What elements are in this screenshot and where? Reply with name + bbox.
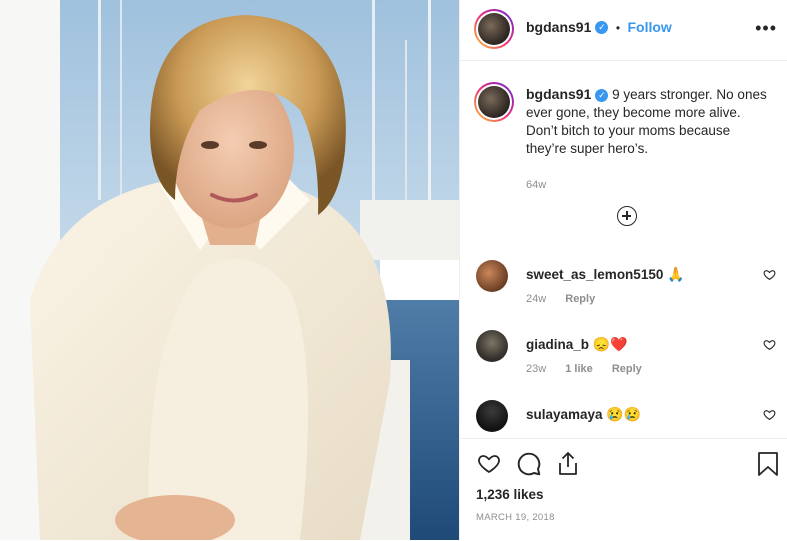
commenter-username[interactable]: sweet_as_lemon5150 <box>526 267 663 282</box>
share-icon[interactable] <box>556 451 580 477</box>
post-image[interactable] <box>0 0 459 540</box>
likes-count[interactable]: 1,236 likes <box>476 487 544 502</box>
commenter-avatar[interactable] <box>476 400 508 432</box>
heart-icon[interactable] <box>476 451 502 475</box>
comment-line: giadina_b 😞❤️ <box>526 336 628 353</box>
comment-likes[interactable]: 1 like <box>565 363 593 375</box>
comment-age[interactable]: 23w <box>526 363 546 375</box>
comment-text: 😞❤️ <box>592 336 628 352</box>
commenter-username[interactable]: sulayamaya <box>526 407 603 422</box>
reply-button[interactable]: Reply <box>612 363 642 375</box>
caption-username[interactable]: bgdans91 <box>526 86 591 102</box>
comment-meta: 24w Reply <box>526 293 595 305</box>
caption-avatar[interactable] <box>474 82 514 122</box>
comment-line: sweet_as_lemon5150 🙏 <box>526 266 685 283</box>
author-avatar[interactable] <box>474 9 514 49</box>
dot-separator: • <box>615 21 621 35</box>
comment-line: sulayamaya 😢😢 <box>526 406 641 423</box>
author-line: bgdans91 ✓ • Follow <box>526 19 672 37</box>
post-date[interactable]: MARCH 19, 2018 <box>476 512 555 523</box>
comment-icon[interactable] <box>516 451 542 477</box>
comment-meta: 23w 1 like Reply <box>526 363 642 375</box>
plus-circle-icon[interactable] <box>617 206 637 226</box>
reply-button[interactable]: Reply <box>565 293 595 305</box>
commenter-username[interactable]: giadina_b <box>526 337 589 352</box>
post-actions: 1,236 likes MARCH 19, 2018 <box>460 438 787 541</box>
post-side-panel: bgdans91 ✓ • Follow ••• bgdans91 ✓ 9 years… <box>459 0 787 540</box>
commenter-avatar[interactable] <box>476 260 508 292</box>
bookmark-icon[interactable] <box>757 451 779 477</box>
verified-badge-icon: ✓ <box>595 88 609 102</box>
verified-badge-icon: ✓ <box>595 21 609 35</box>
instagram-post: bgdans91 ✓ • Follow ••• bgdans91 ✓ 9 years… <box>0 0 787 540</box>
author-username[interactable]: bgdans91 <box>526 19 591 35</box>
caption: bgdans91 ✓ 9 years stronger. No ones ever… <box>526 85 774 194</box>
commenter-avatar[interactable] <box>476 330 508 362</box>
comment-text: 😢😢 <box>606 406 642 422</box>
follow-button[interactable]: Follow <box>627 19 671 35</box>
post-photo <box>0 0 459 540</box>
comment-text: 🙏 <box>667 266 685 282</box>
comment-age[interactable]: 24w <box>526 293 546 305</box>
heart-icon[interactable] <box>763 268 776 281</box>
post-header: bgdans91 ✓ • Follow ••• <box>460 0 787 61</box>
heart-icon[interactable] <box>763 338 776 351</box>
heart-icon[interactable] <box>763 408 776 421</box>
caption-age[interactable]: 64w <box>526 176 774 194</box>
more-options-icon[interactable]: ••• <box>755 18 777 39</box>
